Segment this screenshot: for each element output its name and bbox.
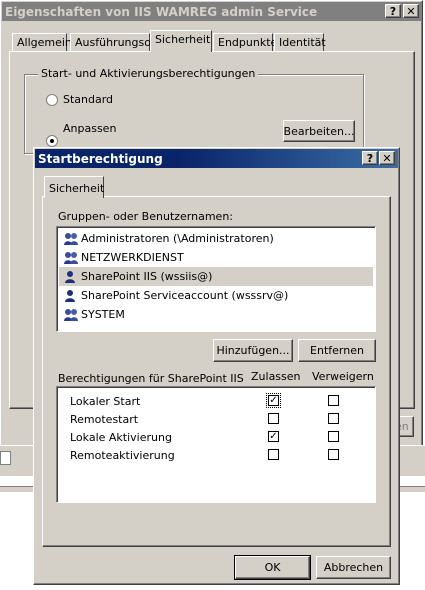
close-icon: ✕ (382, 151, 392, 165)
list-item[interactable]: NETZWERKDIENST (59, 248, 373, 267)
tab-label: Allgemein (17, 36, 72, 49)
close-button[interactable]: ✕ (403, 4, 419, 18)
permission-name: Remotestart (70, 413, 139, 426)
radio-custom[interactable] (46, 135, 58, 147)
tab-identitaet[interactable]: Identität (274, 33, 326, 51)
help-button[interactable]: ? (385, 4, 401, 18)
dialog-title: Startberechtigung (38, 151, 163, 166)
table-row: Remoteaktivierung (57, 447, 375, 465)
list-item[interactable]: SYSTEM (59, 305, 373, 324)
dialog-help-button[interactable]: ? (362, 151, 378, 165)
deny-column-header: Verweigern (312, 370, 374, 383)
add-button-label: Hinzufügen... (216, 344, 290, 357)
allow-checkbox[interactable] (268, 413, 279, 424)
tab-sicherheit[interactable]: Sicherheit (150, 30, 212, 52)
dialog-tab-sicherheit[interactable]: Sicherheit (44, 176, 104, 198)
user-name: SharePoint IIS (wssiis@) (81, 270, 213, 283)
group-title: Start- und Aktivierungsberechtigungen (38, 67, 259, 80)
dialog-title-bar[interactable]: Startberechtigung (35, 149, 398, 168)
dialog-close-button[interactable]: ✕ (379, 151, 395, 165)
deny-checkbox[interactable] (328, 449, 339, 460)
activation-permissions-group (24, 74, 364, 154)
permissions-list[interactable]: Lokaler Start ✓ Remotestart Lokale Aktiv… (56, 386, 376, 503)
user-icon (63, 270, 81, 284)
allow-checkbox[interactable] (268, 449, 279, 460)
users-list[interactable]: Administratoren (\Administratoren) NETZW… (56, 226, 376, 332)
user-name: NETZWERKDIENST (81, 251, 184, 264)
allow-checkbox[interactable]: ✓ (268, 431, 279, 442)
edit-button-label: Bearbeiten... (283, 124, 355, 138)
list-item[interactable]: SharePoint IIS (wssiis@) (59, 267, 373, 286)
tab-endpunkte[interactable]: Endpunkte (213, 33, 277, 51)
properties-title-bar[interactable]: Eigenschaften von IIS WAMREG admin Servi… (2, 2, 421, 21)
help-icon: ? (366, 151, 374, 165)
background-field (0, 451, 11, 465)
radio-standard-label: Standard (63, 93, 114, 106)
remove-button[interactable]: Entfernen (298, 339, 376, 362)
tab-label: Sicherheit (49, 182, 105, 195)
list-item[interactable]: Administratoren (\Administratoren) (59, 229, 373, 248)
allow-checkbox[interactable]: ✓ (268, 395, 279, 406)
users-label: Gruppen- oder Benutzernamen: (58, 210, 234, 223)
permission-name: Lokaler Start (70, 395, 141, 408)
help-icon: ? (389, 4, 397, 18)
deny-checkbox[interactable] (328, 431, 339, 442)
tab-ausfuehrungsort[interactable]: Ausführungsort (70, 33, 160, 51)
deny-checkbox[interactable] (328, 413, 339, 424)
tab-label: Sicherheit (155, 33, 211, 46)
ok-button[interactable]: OK (234, 555, 311, 580)
permission-name: Remoteaktivierung (70, 449, 175, 462)
group-icon (63, 251, 81, 265)
user-name: Administratoren (\Administratoren) (81, 232, 274, 245)
group-icon (63, 232, 81, 246)
list-item[interactable]: SharePoint Serviceaccount (wsssrv@) (59, 286, 373, 305)
cancel-button-label: Abbrechen (323, 561, 384, 574)
tab-label: Ausführungsort (75, 36, 160, 49)
deny-checkbox[interactable] (328, 395, 339, 406)
user-name: SYSTEM (81, 308, 125, 321)
allow-column-header: Zulassen (251, 370, 301, 383)
permissions-label: Berechtigungen für SharePoint IIS (58, 372, 244, 385)
remove-button-label: Entfernen (310, 344, 364, 357)
radio-custom-label: Anpassen (63, 122, 117, 135)
edit-button[interactable]: Bearbeiten... (283, 120, 355, 142)
table-row: Lokaler Start ✓ (57, 393, 375, 411)
add-button[interactable]: Hinzufügen... (213, 339, 293, 362)
radio-standard[interactable] (46, 94, 58, 106)
tab-label: Identität (279, 36, 326, 49)
user-icon (63, 289, 81, 303)
table-row: Lokale Aktivierung ✓ (57, 429, 375, 447)
properties-title: Eigenschaften von IIS WAMREG admin Servi… (5, 4, 318, 19)
cancel-button[interactable]: Abbrechen (316, 556, 391, 579)
tab-label: Endpunkte (218, 36, 278, 49)
user-name: SharePoint Serviceaccount (wsssrv@) (81, 289, 289, 302)
close-icon: ✕ (406, 4, 416, 18)
group-icon (63, 308, 81, 322)
tab-allgemein[interactable]: Allgemein (12, 33, 72, 51)
permission-name: Lokale Aktivierung (70, 431, 172, 444)
ok-button-label: OK (264, 561, 281, 574)
table-row: Remotestart (57, 411, 375, 429)
